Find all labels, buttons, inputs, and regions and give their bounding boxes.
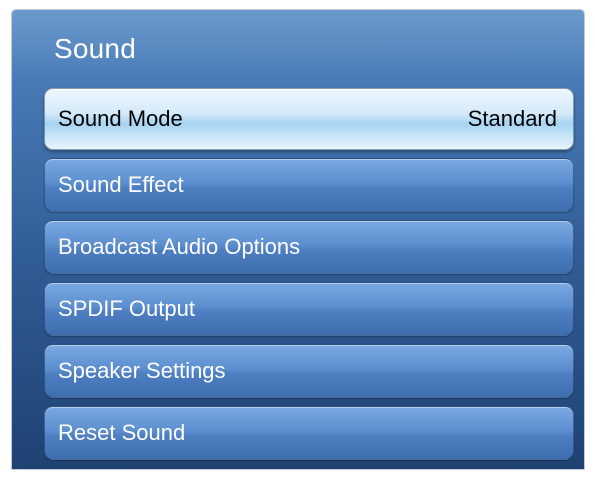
- sound-menu-panel: Sound Sound Mode Standard Sound Effect B…: [12, 10, 584, 469]
- menu-item-label: Broadcast Audio Options: [58, 234, 301, 259]
- menu-item-label: Sound Effect: [58, 172, 184, 197]
- menu-item-label: Sound Mode: [58, 106, 183, 131]
- menu-item-spdif-output[interactable]: SPDIF Output: [44, 282, 574, 336]
- menu-item-sound-effect[interactable]: Sound Effect: [44, 158, 574, 212]
- menu-item-speaker-settings[interactable]: Speaker Settings: [44, 344, 574, 398]
- menu-item-label: SPDIF Output: [58, 296, 195, 321]
- menu-title: Sound: [54, 33, 136, 64]
- sound-menu-list: Sound Mode Standard Sound Effect Broadca…: [44, 88, 576, 468]
- menu-item-reset-sound[interactable]: Reset Sound: [44, 406, 574, 460]
- menu-item-sound-mode[interactable]: Sound Mode Standard: [44, 88, 574, 150]
- menu-item-broadcast-audio-options[interactable]: Broadcast Audio Options: [44, 220, 574, 274]
- menu-item-label: Reset Sound: [58, 420, 186, 445]
- menu-item-value: Standard: [467, 106, 557, 131]
- menu-item-label: Speaker Settings: [58, 358, 226, 383]
